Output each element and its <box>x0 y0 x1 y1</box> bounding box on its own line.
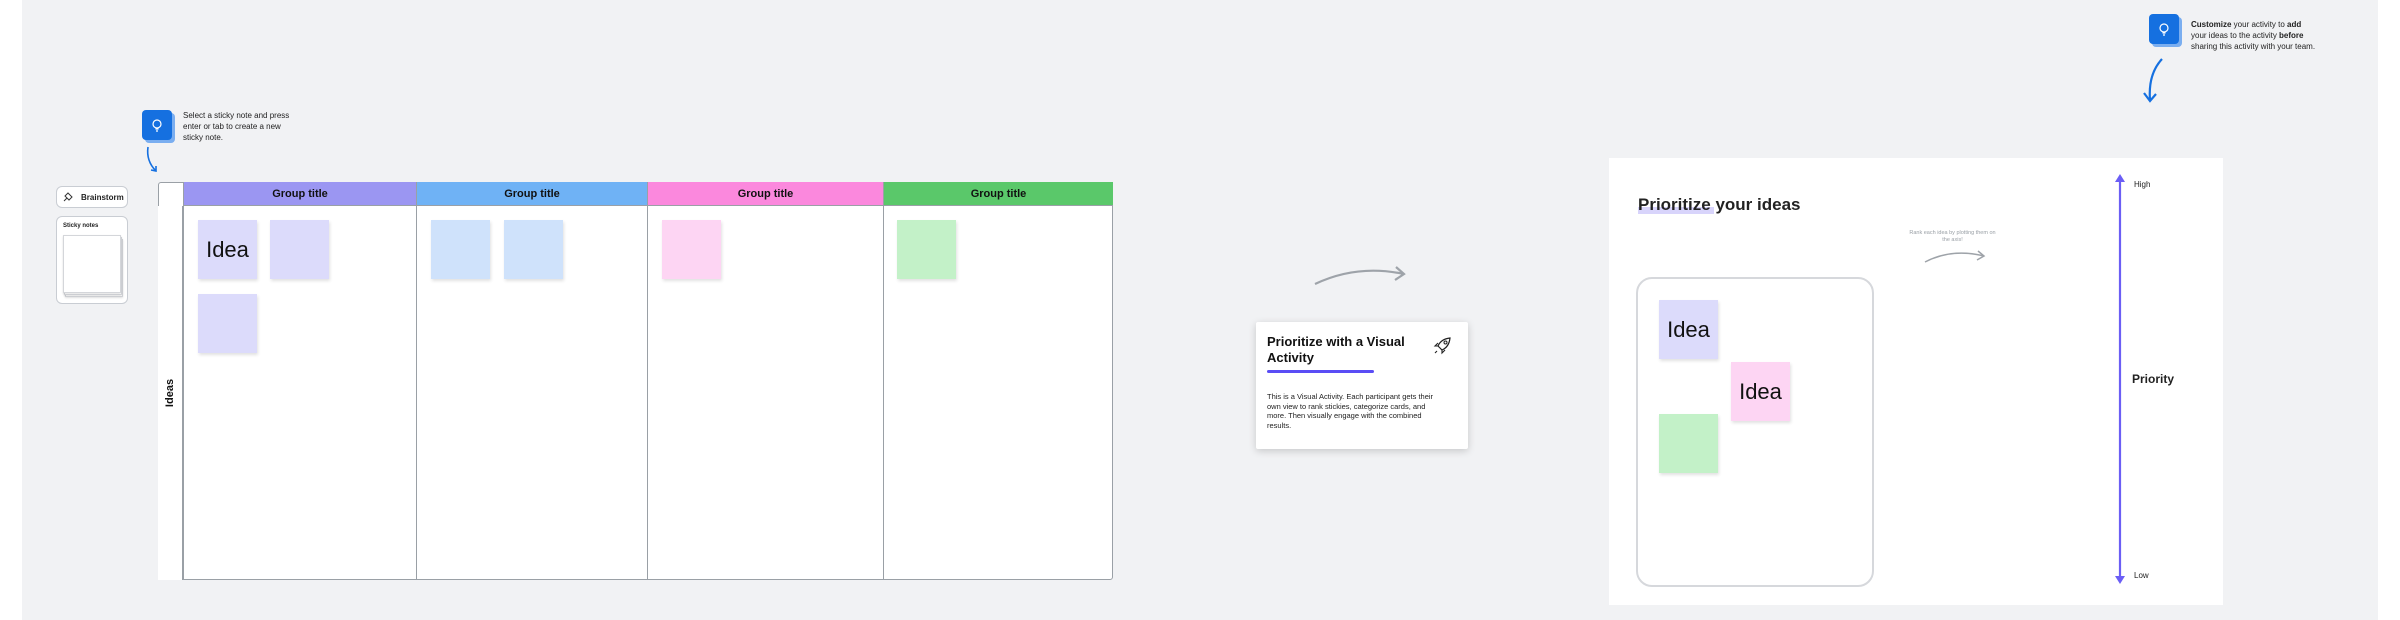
column-header[interactable]: Group title <box>417 182 647 206</box>
column-header[interactable]: Group title <box>648 182 883 206</box>
hint-customize: Customize your activity to add your idea… <box>2191 19 2319 52</box>
priority-axis <box>2115 174 2125 584</box>
brainstorm-button[interactable]: Brainstorm <box>56 186 128 208</box>
sticky-notes-label: Sticky notes <box>63 223 99 229</box>
hint-arrow-icon <box>146 146 157 172</box>
card-underline <box>1267 370 1374 373</box>
hint-text-part: your activity to <box>2231 20 2288 29</box>
rocket-icon <box>1433 337 1451 355</box>
visual-activity-card[interactable]: Prioritize with a Visual Activity This i… <box>1256 322 1468 449</box>
note-arrow-icon <box>1924 250 1986 263</box>
group-column[interactable]: Group title Idea <box>183 182 416 580</box>
sticky-notes-panel[interactable]: Sticky notes <box>56 216 128 304</box>
sticky-note[interactable]: Idea <box>1659 300 1718 359</box>
column-header[interactable]: Group title <box>184 182 416 206</box>
sticky-note[interactable] <box>897 220 956 279</box>
hint-bold-before: before <box>2279 31 2304 40</box>
hint-select-sticky: Select a sticky note and press enter or … <box>183 111 290 142</box>
hint-text-part: sharing this activity with your team. <box>2191 42 2316 51</box>
sticky-note[interactable] <box>662 220 721 279</box>
row-label-ideas: Ideas <box>158 206 183 580</box>
row-label-text: Ideas <box>164 378 177 408</box>
column-header[interactable]: Group title <box>884 182 1113 206</box>
sticky-note[interactable] <box>504 220 563 279</box>
sticky-note[interactable] <box>198 294 257 353</box>
group-column[interactable]: Group title <box>883 182 1113 580</box>
rank-instruction-note: Rank each idea by plotting them on the a… <box>1909 230 1996 243</box>
brainstorm-label: Brainstorm <box>81 192 124 202</box>
hint-bold-customize: Customize <box>2191 20 2232 29</box>
axis-high-label: High <box>2134 180 2151 189</box>
flow-arrow-icon <box>1314 266 1406 285</box>
card-body: This is a Visual Activity. Each particip… <box>1267 392 1434 430</box>
hint-arrow-icon <box>2143 58 2163 103</box>
group-column[interactable]: Group title <box>416 182 647 580</box>
group-column[interactable]: Group title <box>647 182 883 580</box>
lightbulb-icon <box>2149 14 2179 44</box>
sticky-note[interactable]: Idea <box>198 220 257 279</box>
sticky-note[interactable]: Idea <box>1731 362 1790 421</box>
sticky-note[interactable] <box>1659 414 1718 473</box>
sticky-note[interactable] <box>270 220 329 279</box>
sticky-note[interactable] <box>431 220 490 279</box>
prioritize-title: Prioritize your ideas <box>1638 195 1801 214</box>
lightbulb-icon <box>142 110 172 140</box>
sticky-stack-front[interactable] <box>63 235 121 293</box>
card-title: Prioritize with a Visual Activity <box>1267 334 1405 365</box>
hint-text-part: your ideas to the activity <box>2191 31 2280 40</box>
axis-low-label: Low <box>2134 571 2149 580</box>
axis-priority-label: Priority <box>2132 372 2175 386</box>
hint-bold-add: add <box>2287 20 2302 29</box>
brainstorm-icon <box>63 192 73 202</box>
